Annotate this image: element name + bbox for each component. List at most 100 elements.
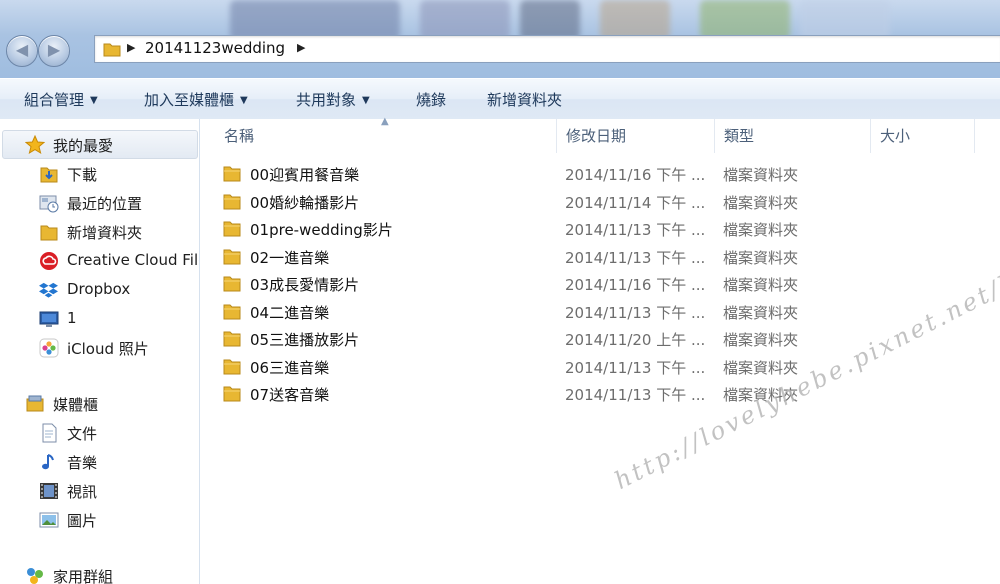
creative-cloud-icon (40, 252, 58, 270)
download-folder-icon (40, 167, 58, 183)
column-header-date[interactable]: 修改日期 (556, 119, 714, 153)
back-button[interactable]: ◀ (6, 35, 38, 67)
homegroup-icon (27, 568, 43, 584)
nav-item-label: 圖片 (67, 512, 98, 530)
file-row[interactable]: 03成長愛情影片 2014/11/16 下午 ... 檔案資料夾 (222, 271, 982, 297)
column-header-size[interactable]: 大小 (870, 119, 974, 153)
folder-icon (223, 304, 241, 319)
folder-icon (223, 359, 241, 374)
nav-homegroup-label: 家用群組 (53, 568, 114, 584)
folder-icon (223, 221, 241, 237)
file-date: 2014/11/16 下午 ... (565, 276, 706, 294)
nav-item-label: Dropbox (67, 280, 131, 298)
file-name: 04二進音樂 (250, 303, 330, 322)
nav-libraries-label: 媒體櫃 (53, 396, 99, 414)
column-header-label: 大小 (880, 127, 911, 145)
nav-favorites-label: 我的最愛 (53, 137, 114, 155)
nav-item-label: Creative Cloud Files (67, 251, 199, 269)
recent-places-icon (39, 195, 59, 213)
file-date: 2014/11/13 下午 ... (565, 221, 706, 239)
background-blur (800, 0, 890, 40)
column-header-type[interactable]: 類型 (714, 119, 870, 153)
add-to-library-label: 加入至媒體櫃 (144, 91, 235, 109)
file-row[interactable]: 00迎賓用餐音樂 2014/11/16 下午 ... 檔案資料夾 (222, 161, 982, 187)
folder-icon (223, 249, 241, 264)
file-name: 05三進播放影片 (250, 331, 360, 349)
icloud-photos-icon (39, 338, 59, 358)
file-name: 00婚紗輪播影片 (250, 193, 360, 212)
add-to-library-button[interactable]: 加入至媒體櫃 ▼ (144, 89, 248, 110)
breadcrumb-chevron-icon[interactable]: ▶ (127, 41, 135, 54)
music-icon (42, 454, 54, 470)
file-type: 檔案資料夾 (723, 358, 799, 377)
file-name: 02一進音樂 (250, 248, 330, 267)
burn-button[interactable]: 燒錄 (416, 89, 446, 110)
file-row[interactable]: 07送客音樂 2014/11/13 下午 ... 檔案資料夾 (222, 381, 982, 407)
background-blur (230, 0, 400, 40)
back-arrow-icon: ◀ (15, 40, 29, 59)
file-type: 檔案資料夾 (723, 303, 799, 322)
file-type: 檔案資料夾 (723, 276, 799, 294)
command-bar: 組合管理 ▼ 加入至媒體櫃 ▼ 共用對象 ▼ 燒錄 新增資料夾 (0, 78, 1000, 120)
nav-item-label: 新增資料夾 (67, 224, 143, 242)
nav-item-label: 下載 (67, 166, 98, 184)
new-folder-button[interactable]: 新增資料夾 (487, 89, 562, 110)
dropdown-arrow-icon: ▼ (90, 95, 98, 106)
breadcrumb-folder[interactable]: 20141123wedding (145, 39, 285, 57)
breadcrumb-chevron-icon[interactable]: ▶ (297, 41, 305, 54)
background-blur (520, 0, 580, 40)
file-type: 檔案資料夾 (723, 331, 799, 349)
background-blur (420, 0, 510, 40)
background-blur (600, 0, 670, 40)
forward-button[interactable]: ▶ (38, 35, 70, 67)
file-name: 01pre-wedding影片 (250, 221, 393, 239)
desktop-icon (39, 311, 59, 327)
column-header-label: 類型 (724, 127, 755, 145)
file-date: 2014/11/13 下午 ... (565, 248, 706, 267)
file-name: 07送客音樂 (250, 386, 330, 404)
share-with-label: 共用對象 (296, 91, 357, 109)
title-bar: ◀ ▶ ▶ 20141123wedding ▶ (0, 0, 1000, 78)
column-divider[interactable] (974, 119, 975, 153)
folder-icon (223, 331, 241, 347)
file-type: 檔案資料夾 (723, 193, 799, 212)
folder-icon (103, 43, 121, 57)
organize-button[interactable]: 組合管理 ▼ (24, 89, 98, 110)
libraries-icon (26, 395, 44, 412)
folder-icon (223, 194, 241, 209)
file-date: 2014/11/20 上午 ... (565, 331, 706, 349)
file-name: 06三進音樂 (250, 358, 330, 377)
file-date: 2014/11/13 下午 ... (565, 358, 706, 377)
file-date: 2014/11/16 下午 ... (565, 166, 706, 184)
file-row[interactable]: 01pre-wedding影片 2014/11/13 下午 ... 檔案資料夾 (222, 216, 982, 242)
dropbox-icon (39, 282, 58, 298)
folder-icon (223, 276, 241, 292)
star-icon (25, 135, 45, 155)
file-name: 00迎賓用餐音樂 (250, 166, 360, 184)
forward-arrow-icon: ▶ (47, 40, 61, 59)
file-row[interactable]: 02一進音樂 2014/11/13 下午 ... 檔案資料夾 (222, 244, 982, 270)
pictures-icon (39, 512, 59, 528)
folder-icon (223, 166, 241, 182)
address-bar[interactable]: ▶ 20141123wedding ▶ (94, 35, 1000, 63)
nav-item-label: iCloud 照片 (67, 340, 149, 358)
file-row[interactable]: 00婚紗輪播影片 2014/11/14 下午 ... 檔案資料夾 (222, 189, 982, 215)
background-blur (700, 0, 790, 40)
file-date: 2014/11/13 下午 ... (565, 386, 706, 404)
nav-item-label: 文件 (67, 425, 98, 443)
nav-item-label: 最近的位置 (67, 195, 143, 213)
folder-icon (223, 386, 241, 402)
dropdown-arrow-icon: ▼ (362, 95, 370, 106)
file-name: 03成長愛情影片 (250, 276, 360, 294)
share-with-button[interactable]: 共用對象 ▼ (296, 89, 370, 110)
organize-label: 組合管理 (24, 91, 85, 109)
file-row[interactable]: 04二進音樂 2014/11/13 下午 ... 檔案資料夾 (222, 299, 982, 325)
video-icon (40, 483, 58, 499)
file-date: 2014/11/13 下午 ... (565, 303, 706, 322)
file-date: 2014/11/14 下午 ... (565, 193, 706, 212)
column-header-name[interactable]: 名稱 (214, 119, 556, 153)
file-type: 檔案資料夾 (723, 221, 799, 239)
file-type: 檔案資料夾 (723, 166, 799, 184)
dropdown-arrow-icon: ▼ (240, 95, 248, 106)
column-header-label: 修改日期 (566, 127, 627, 145)
